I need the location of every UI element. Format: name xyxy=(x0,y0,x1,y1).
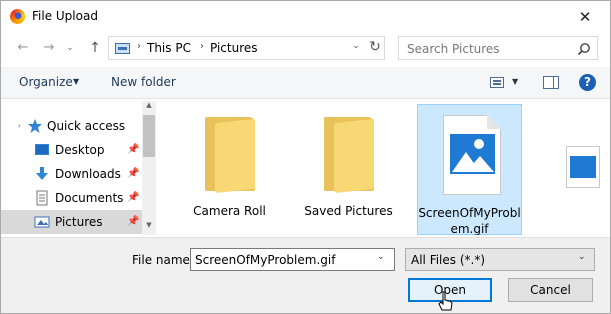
address-bar[interactable]: › This PC › Pictures ⌄ ↻ xyxy=(108,36,385,60)
recent-locations-button[interactable]: ⌄ xyxy=(63,38,77,58)
preview-pane-icon[interactable] xyxy=(543,76,559,89)
pin-icon[interactable]: 📌 xyxy=(127,216,139,227)
nav-item-label: Quick access xyxy=(47,119,126,133)
back-button[interactable]: ← xyxy=(13,38,33,58)
mouse-cursor-icon xyxy=(438,291,453,311)
nav-item-label: Documents xyxy=(55,191,124,205)
dialog-footer: File name: ScreenOfMyProblem.gif ⌄ All F… xyxy=(1,237,610,313)
scrollbar-thumb[interactable] xyxy=(143,115,155,157)
image-file-icon xyxy=(443,115,501,195)
pin-icon[interactable]: 📌 xyxy=(127,168,139,179)
download-icon xyxy=(36,167,48,180)
file-name-value[interactable]: ScreenOfMyProblem.gif xyxy=(195,253,335,267)
new-folder-button[interactable]: New folder xyxy=(111,75,176,89)
nav-pane-scrollbar[interactable]: ▲ ▼ xyxy=(142,101,156,235)
up-folder-button[interactable]: ↑ xyxy=(85,38,105,58)
folder-icon xyxy=(324,117,376,194)
nav-item-documents[interactable]: Documents 📌 xyxy=(1,186,142,210)
star-icon xyxy=(28,119,42,133)
documents-icon xyxy=(36,190,48,206)
pin-icon[interactable]: 📌 xyxy=(127,192,139,203)
nav-item-label: Downloads xyxy=(55,167,121,181)
folder-icon xyxy=(205,117,257,194)
breadcrumb-separator[interactable]: › xyxy=(200,41,204,52)
nav-item-pictures[interactable]: Pictures 📌 xyxy=(1,210,142,234)
file-tile-screenofmyproblem[interactable]: ScreenOfMyProbl em.gif xyxy=(417,104,522,235)
scroll-down-button[interactable]: ▼ xyxy=(142,221,156,233)
file-name-dropdown-icon[interactable]: ⌄ xyxy=(377,252,385,262)
breadcrumb-this-pc[interactable]: This PC xyxy=(147,41,191,55)
nav-item-label: Pictures xyxy=(55,215,103,229)
firefox-icon xyxy=(10,9,25,24)
address-dropdown-button[interactable]: ⌄ xyxy=(350,41,362,51)
file-name-field[interactable]: ScreenOfMyProblem.gif ⌄ xyxy=(190,248,395,271)
file-tile-saved-pictures[interactable]: Saved Pictures xyxy=(296,104,401,235)
file-type-dropdown-icon[interactable]: ⌄ xyxy=(578,252,586,262)
window-title: File Upload xyxy=(32,9,98,23)
scroll-up-button[interactable]: ▲ xyxy=(142,101,156,113)
pin-icon[interactable]: 📌 xyxy=(127,144,139,155)
organize-dropdown-icon[interactable]: ▼ xyxy=(73,77,79,86)
nav-item-quick-access[interactable]: › Quick access xyxy=(1,114,142,138)
file-upload-dialog: File Upload ✕ ← → ⌄ ↑ › This PC › Pictur… xyxy=(0,0,611,314)
organize-button[interactable]: Organize xyxy=(19,75,73,89)
forward-button[interactable]: → xyxy=(39,38,59,58)
close-button[interactable]: ✕ xyxy=(567,5,603,29)
navigation-row: ← → ⌄ ↑ › This PC › Pictures ⌄ ↻ Search … xyxy=(1,34,610,64)
file-name-label: Saved Pictures xyxy=(304,204,393,218)
breadcrumb-separator[interactable]: › xyxy=(137,41,141,52)
file-list-view: Camera Roll Saved Pictures ScreenOfMyPro… xyxy=(158,101,610,235)
desktop-icon xyxy=(35,144,49,155)
this-pc-icon xyxy=(115,43,130,54)
cancel-button[interactable]: Cancel xyxy=(508,278,593,302)
search-icon[interactable] xyxy=(577,42,591,56)
file-type-value[interactable]: All Files (*.*) xyxy=(411,253,485,267)
title-bar: File Upload ✕ xyxy=(1,1,610,32)
file-name-label: File name: xyxy=(132,253,194,267)
file-type-select[interactable]: All Files (*.*) ⌄ xyxy=(405,248,595,271)
nav-item-desktop[interactable]: Desktop 📌 xyxy=(1,138,142,162)
search-box[interactable]: Search Pictures xyxy=(398,36,598,60)
change-view-icon[interactable] xyxy=(490,77,504,88)
refresh-button[interactable]: ↻ xyxy=(366,39,384,55)
breadcrumb-pictures[interactable]: Pictures xyxy=(210,41,258,55)
search-input[interactable]: Search Pictures xyxy=(407,42,500,56)
command-bar: Organize ▼ New folder ▼ ? xyxy=(1,67,610,99)
file-tile-camera-roll[interactable]: Camera Roll xyxy=(177,104,282,235)
help-icon[interactable]: ? xyxy=(579,74,596,91)
nav-item-label: Desktop xyxy=(55,143,105,157)
file-name-label: Camera Roll xyxy=(193,204,266,218)
navigation-pane: › Quick access Desktop 📌 Downloads 📌 Doc… xyxy=(1,101,156,235)
view-options-dropdown-icon[interactable]: ▼ xyxy=(512,77,518,86)
collapse-arrow-icon[interactable]: › xyxy=(18,122,21,130)
pictures-icon xyxy=(34,216,50,228)
file-name-label: ScreenOfMyProbl em.gif xyxy=(418,206,521,235)
image-file-icon[interactable] xyxy=(566,146,600,188)
nav-item-downloads[interactable]: Downloads 📌 xyxy=(1,162,142,186)
